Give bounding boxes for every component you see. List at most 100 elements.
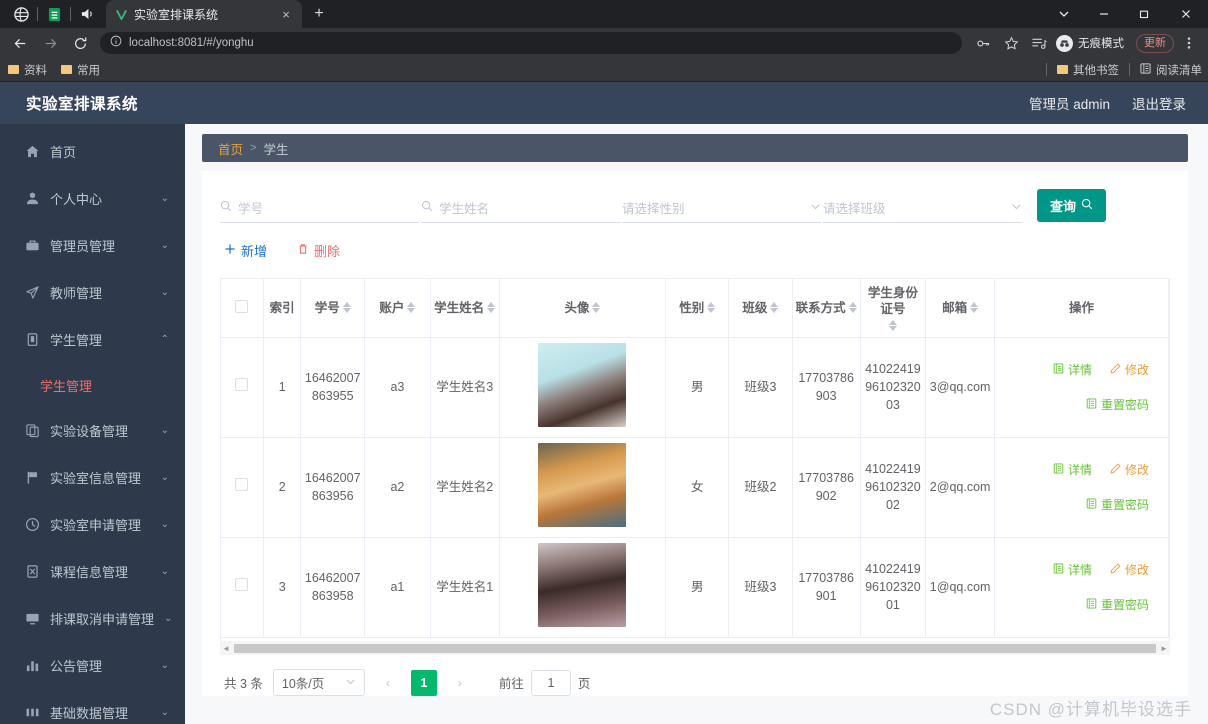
th-student-name[interactable]: 学生姓名: [430, 279, 500, 338]
table-horizontal-scrollbar[interactable]: ◄ ►: [220, 641, 1170, 655]
globe-icon[interactable]: [8, 0, 34, 28]
kebab-menu-icon[interactable]: [1176, 30, 1202, 56]
th-class[interactable]: 班级: [728, 279, 793, 338]
sort-icon[interactable]: [342, 302, 351, 314]
avatar[interactable]: [538, 342, 627, 427]
sort-icon[interactable]: [592, 302, 601, 314]
select-all-checkbox[interactable]: [235, 299, 249, 313]
password-key-icon[interactable]: [970, 30, 996, 56]
student-name-field[interactable]: 学生姓名: [421, 193, 620, 223]
window-close-button[interactable]: [1164, 0, 1208, 28]
info-icon[interactable]: [110, 34, 122, 52]
incognito-indicator[interactable]: 无痕模式: [1054, 34, 1132, 52]
goto-page-input[interactable]: 1: [530, 669, 571, 696]
back-button[interactable]: [6, 30, 34, 56]
edit-label: 修改: [1124, 362, 1149, 377]
browser-tab[interactable]: 实验室排课系统 ×: [106, 0, 302, 28]
row-checkbox[interactable]: [235, 378, 249, 391]
reset-password-button[interactable]: 重置密码: [1076, 490, 1158, 519]
avatar[interactable]: [538, 442, 627, 527]
tab-close-icon[interactable]: ×: [278, 6, 294, 22]
sort-icon[interactable]: [970, 302, 979, 314]
page-viewport: 实验室排课系统 首页 个人中心 ⌄ 管理员管理 ⌄ 教师管理 ⌄ 学生管理 ⌃ …: [0, 82, 1208, 724]
th-account[interactable]: 账户: [364, 279, 431, 338]
maximize-button[interactable]: [1124, 0, 1164, 28]
sidebar-item-home[interactable]: 首页: [0, 128, 185, 175]
bookmark-item[interactable]: 资料: [8, 62, 47, 78]
th-phone[interactable]: 联系方式: [792, 279, 861, 338]
sidebar-item-lab-info-management[interactable]: 实验室信息管理 ⌄: [0, 454, 185, 501]
sidebar-item-equipment-management[interactable]: 实验设备管理 ⌄: [0, 407, 185, 454]
delete-button[interactable]: 删除: [297, 241, 340, 260]
reading-list-button[interactable]: 阅读清单: [1140, 62, 1202, 78]
avatar[interactable]: [538, 542, 627, 627]
gender-select[interactable]: 请选择性别: [622, 193, 821, 223]
pencil-icon: [1110, 561, 1121, 579]
table-row[interactable]: 2 16462007863956 a2 学生姓名2 女 班级2 17703786…: [221, 437, 1169, 538]
detail-button[interactable]: 详情: [1043, 555, 1101, 584]
scroll-left-arrow[interactable]: ◄: [220, 644, 232, 653]
sidebar-item-teacher-management[interactable]: 教师管理 ⌄: [0, 269, 185, 316]
bar-chart-icon: [24, 658, 40, 674]
th-avatar[interactable]: 头像: [499, 279, 667, 338]
sidebar-subitem-student-management[interactable]: 学生管理: [0, 363, 185, 407]
add-button[interactable]: 新增: [224, 241, 267, 260]
sort-icon[interactable]: [888, 319, 897, 331]
table-row[interactable]: 1 16462007863955 a3 学生姓名3 男 班级3 17703786…: [221, 337, 1169, 438]
sidebar-item-basic-data-management[interactable]: 基础数据管理 ⌄: [0, 689, 185, 724]
new-tab-button[interactable]: +: [306, 0, 332, 28]
detail-button[interactable]: 详情: [1043, 355, 1101, 384]
volume-icon[interactable]: [74, 0, 100, 28]
th-email[interactable]: 邮箱: [925, 279, 995, 338]
reload-button[interactable]: [66, 30, 94, 56]
sidebar-item-personal-center[interactable]: 个人中心 ⌄: [0, 175, 185, 222]
cell-id-card: 410224199610232002: [860, 437, 927, 538]
sort-icon[interactable]: [487, 302, 496, 314]
user-icon: [24, 191, 40, 207]
scrollbar-thumb[interactable]: [234, 644, 1156, 653]
forward-button[interactable]: [36, 30, 64, 56]
sheets-icon[interactable]: [41, 0, 67, 28]
sidebar-item-student-management[interactable]: 学生管理 ⌃: [0, 316, 185, 363]
address-bar[interactable]: localhost:8081/#/yonghu: [100, 32, 962, 54]
sidebar-item-announcement-management[interactable]: 公告管理 ⌄: [0, 642, 185, 689]
page-size-select[interactable]: 10条/页: [272, 669, 365, 696]
edit-button[interactable]: 修改: [1100, 455, 1158, 484]
th-gender[interactable]: 性别: [665, 279, 730, 338]
next-page-button[interactable]: ›: [447, 670, 473, 696]
reset-password-button[interactable]: 重置密码: [1076, 390, 1158, 419]
tabsearch-chevron-icon[interactable]: [1044, 0, 1084, 28]
bookmark-item[interactable]: 常用: [61, 62, 100, 78]
sort-icon[interactable]: [407, 302, 416, 314]
bookmark-star-icon[interactable]: [998, 30, 1024, 56]
prev-page-button[interactable]: ‹: [375, 670, 401, 696]
reset-password-button[interactable]: 重置密码: [1076, 590, 1158, 619]
table-row[interactable]: 3 16462007863958 a1 学生姓名1 男 班级3 17703786…: [221, 537, 1169, 638]
sidebar-item-lab-application-management[interactable]: 实验室申请管理 ⌄: [0, 501, 185, 548]
logout-button[interactable]: 退出登录: [1132, 93, 1186, 113]
sort-icon[interactable]: [848, 302, 857, 314]
other-bookmarks-button[interactable]: 其他书签: [1057, 62, 1119, 78]
search-button[interactable]: 查询: [1037, 189, 1107, 222]
th-student-no[interactable]: 学号: [300, 279, 366, 338]
sidebar-item-course-info-management[interactable]: 课程信息管理 ⌄: [0, 548, 185, 595]
minimize-button[interactable]: [1084, 0, 1124, 28]
th-id-card[interactable]: 学生身份证号: [860, 279, 927, 338]
scroll-right-arrow[interactable]: ►: [1158, 644, 1170, 653]
detail-button[interactable]: 详情: [1043, 455, 1101, 484]
breadcrumb-home[interactable]: 首页: [218, 139, 243, 158]
reading-list-icon[interactable]: [1026, 30, 1052, 56]
sort-icon[interactable]: [707, 302, 716, 314]
sidebar-item-schedule-cancel-management[interactable]: 排课取消申请管理 ⌄: [0, 595, 185, 642]
row-checkbox[interactable]: [235, 478, 249, 491]
page-number-1[interactable]: 1: [410, 669, 437, 696]
class-select[interactable]: 请选择班级: [823, 193, 1022, 223]
class-placeholder: 请选择班级: [823, 202, 886, 216]
row-checkbox[interactable]: [235, 578, 249, 591]
sort-icon[interactable]: [770, 302, 779, 314]
edit-button[interactable]: 修改: [1100, 555, 1158, 584]
sidebar-item-admin-management[interactable]: 管理员管理 ⌄: [0, 222, 185, 269]
update-button[interactable]: 更新: [1136, 33, 1174, 53]
edit-button[interactable]: 修改: [1100, 355, 1158, 384]
student-no-field[interactable]: 学号: [220, 193, 419, 223]
